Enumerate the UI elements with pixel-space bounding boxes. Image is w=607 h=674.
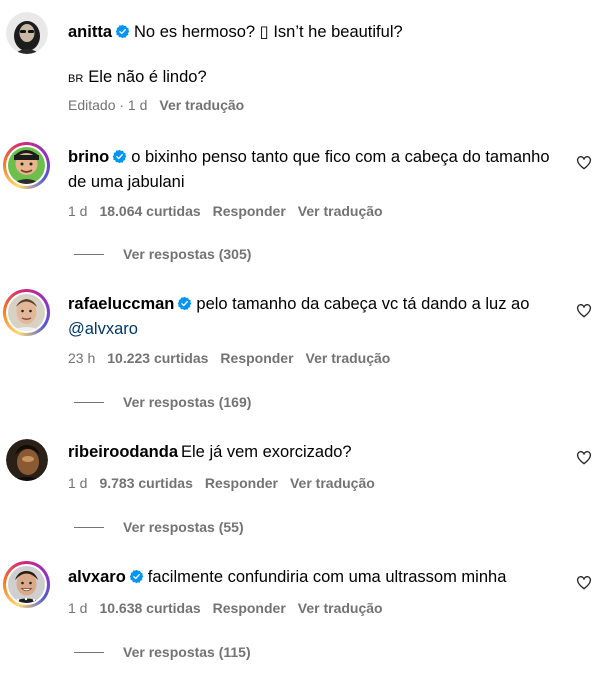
avatar-photo <box>5 438 48 481</box>
mention-link[interactable]: @alvxaro <box>68 320 138 338</box>
likes-count[interactable]: 10.223 curtidas <box>107 350 208 366</box>
heart-outline-icon[interactable] <box>576 155 592 171</box>
reply-button[interactable]: Responder <box>220 350 293 366</box>
see-translation-link[interactable]: Ver tradução <box>306 350 391 366</box>
timestamp: 1 d <box>68 203 88 219</box>
reply-button[interactable]: Responder <box>205 475 278 491</box>
timestamp: 1 d <box>68 600 88 616</box>
flag-label: BR <box>68 73 84 85</box>
timestamp: 1 d <box>68 475 88 491</box>
comment-text: rafaeluccman pelo tamanho da cabeça vc tá… <box>68 292 567 342</box>
avatar-anitta[interactable] <box>3 9 50 56</box>
username[interactable]: brino <box>68 148 109 166</box>
avatar-ring-inner <box>6 145 47 186</box>
comment-text: brino o bixinho penso tanto que fico com … <box>68 145 567 195</box>
comment-body: o bixinho penso tanto que fico com a cab… <box>68 148 550 191</box>
comment-meta: 1 d 18.064 curtidas Responder Ver tradução <box>68 203 395 219</box>
comment-body: pelo tamanho da cabeça vc tá dando a luz… <box>196 295 530 313</box>
replies-divider <box>74 526 104 528</box>
comment-text: alvxaro facilmente confundiria com uma ul… <box>68 565 567 590</box>
view-replies-button[interactable]: Ver respostas (169) <box>74 394 251 410</box>
view-replies-button[interactable]: Ver respostas (115) <box>74 644 251 660</box>
caption-text: anitta No es hermoso? ▯ Isn’t he beautifu… <box>68 20 567 45</box>
caption-body: No es hermoso? ▯ Isn’t he beautiful? <box>134 23 403 41</box>
replies-divider <box>74 651 104 653</box>
comment-meta: 1 d 10.638 curtidas Responder Ver tradução <box>68 600 395 616</box>
avatar-photo <box>8 294 45 331</box>
likes-count[interactable]: 10.638 curtidas <box>99 600 200 616</box>
view-replies-label: Ver respostas (55) <box>123 519 244 535</box>
replies-divider <box>74 401 104 403</box>
verified-badge-icon <box>112 149 127 164</box>
likes-count[interactable]: 9.783 curtidas <box>99 475 192 491</box>
see-translation-link[interactable]: Ver tradução <box>298 600 383 616</box>
see-translation-link[interactable]: Ver tradução <box>298 203 383 219</box>
reply-button[interactable]: Responder <box>213 600 286 616</box>
likes-count[interactable]: 18.064 curtidas <box>99 203 200 219</box>
avatar-ring-inner <box>6 564 47 605</box>
translation-text: Ele não é lindo? <box>88 68 207 86</box>
heart-outline-icon[interactable] <box>576 575 592 591</box>
username[interactable]: rafaeluccman <box>68 295 174 313</box>
heart-outline-icon[interactable] <box>576 450 592 466</box>
avatar-photo <box>8 147 45 184</box>
view-replies-button[interactable]: Ver respostas (55) <box>74 519 244 535</box>
replies-divider <box>74 253 104 255</box>
comment-text: ribeiroodanda Ele já vem exorcizado? <box>68 440 567 465</box>
edited-label: Editado · 1 d <box>68 97 148 113</box>
timestamp: 23 h <box>68 350 96 366</box>
comment-body: facilmente confundiria com uma ultrassom… <box>147 568 507 586</box>
avatar-ring-inner <box>6 292 47 333</box>
avatar-brino[interactable] <box>3 142 50 189</box>
caption-meta: Editado · 1 d Ver tradução <box>68 97 256 113</box>
avatar-photo <box>5 11 48 54</box>
see-translation-link[interactable]: Ver tradução <box>159 97 244 113</box>
avatar-alvxaro[interactable] <box>3 561 50 608</box>
avatar-ribeiroodanda[interactable] <box>3 436 50 483</box>
username[interactable]: anitta <box>68 23 112 41</box>
view-replies-label: Ver respostas (115) <box>123 644 251 660</box>
comment-meta: 23 h 10.223 curtidas Responder Ver tradução <box>68 350 402 366</box>
comment-meta: 1 d 9.783 curtidas Responder Ver tradução <box>68 475 387 491</box>
see-translation-link[interactable]: Ver tradução <box>290 475 375 491</box>
avatar-photo <box>8 566 45 603</box>
avatar-rafaeluccman[interactable] <box>3 289 50 336</box>
view-replies-label: Ver respostas (169) <box>123 394 252 410</box>
username[interactable]: ribeiroodanda <box>68 443 178 461</box>
view-replies-label: Ver respostas (305) <box>123 246 252 262</box>
reply-button[interactable]: Responder <box>213 203 286 219</box>
heart-outline-icon[interactable] <box>576 303 592 319</box>
view-replies-button[interactable]: Ver respostas (305) <box>74 246 251 262</box>
verified-badge-icon <box>115 24 130 39</box>
comment-body: Ele já vem exorcizado? <box>181 443 352 461</box>
verified-badge-icon <box>177 296 192 311</box>
caption-translation: BR Ele não é lindo? <box>68 65 207 92</box>
verified-badge-icon <box>129 569 144 584</box>
username[interactable]: alvxaro <box>68 568 126 586</box>
